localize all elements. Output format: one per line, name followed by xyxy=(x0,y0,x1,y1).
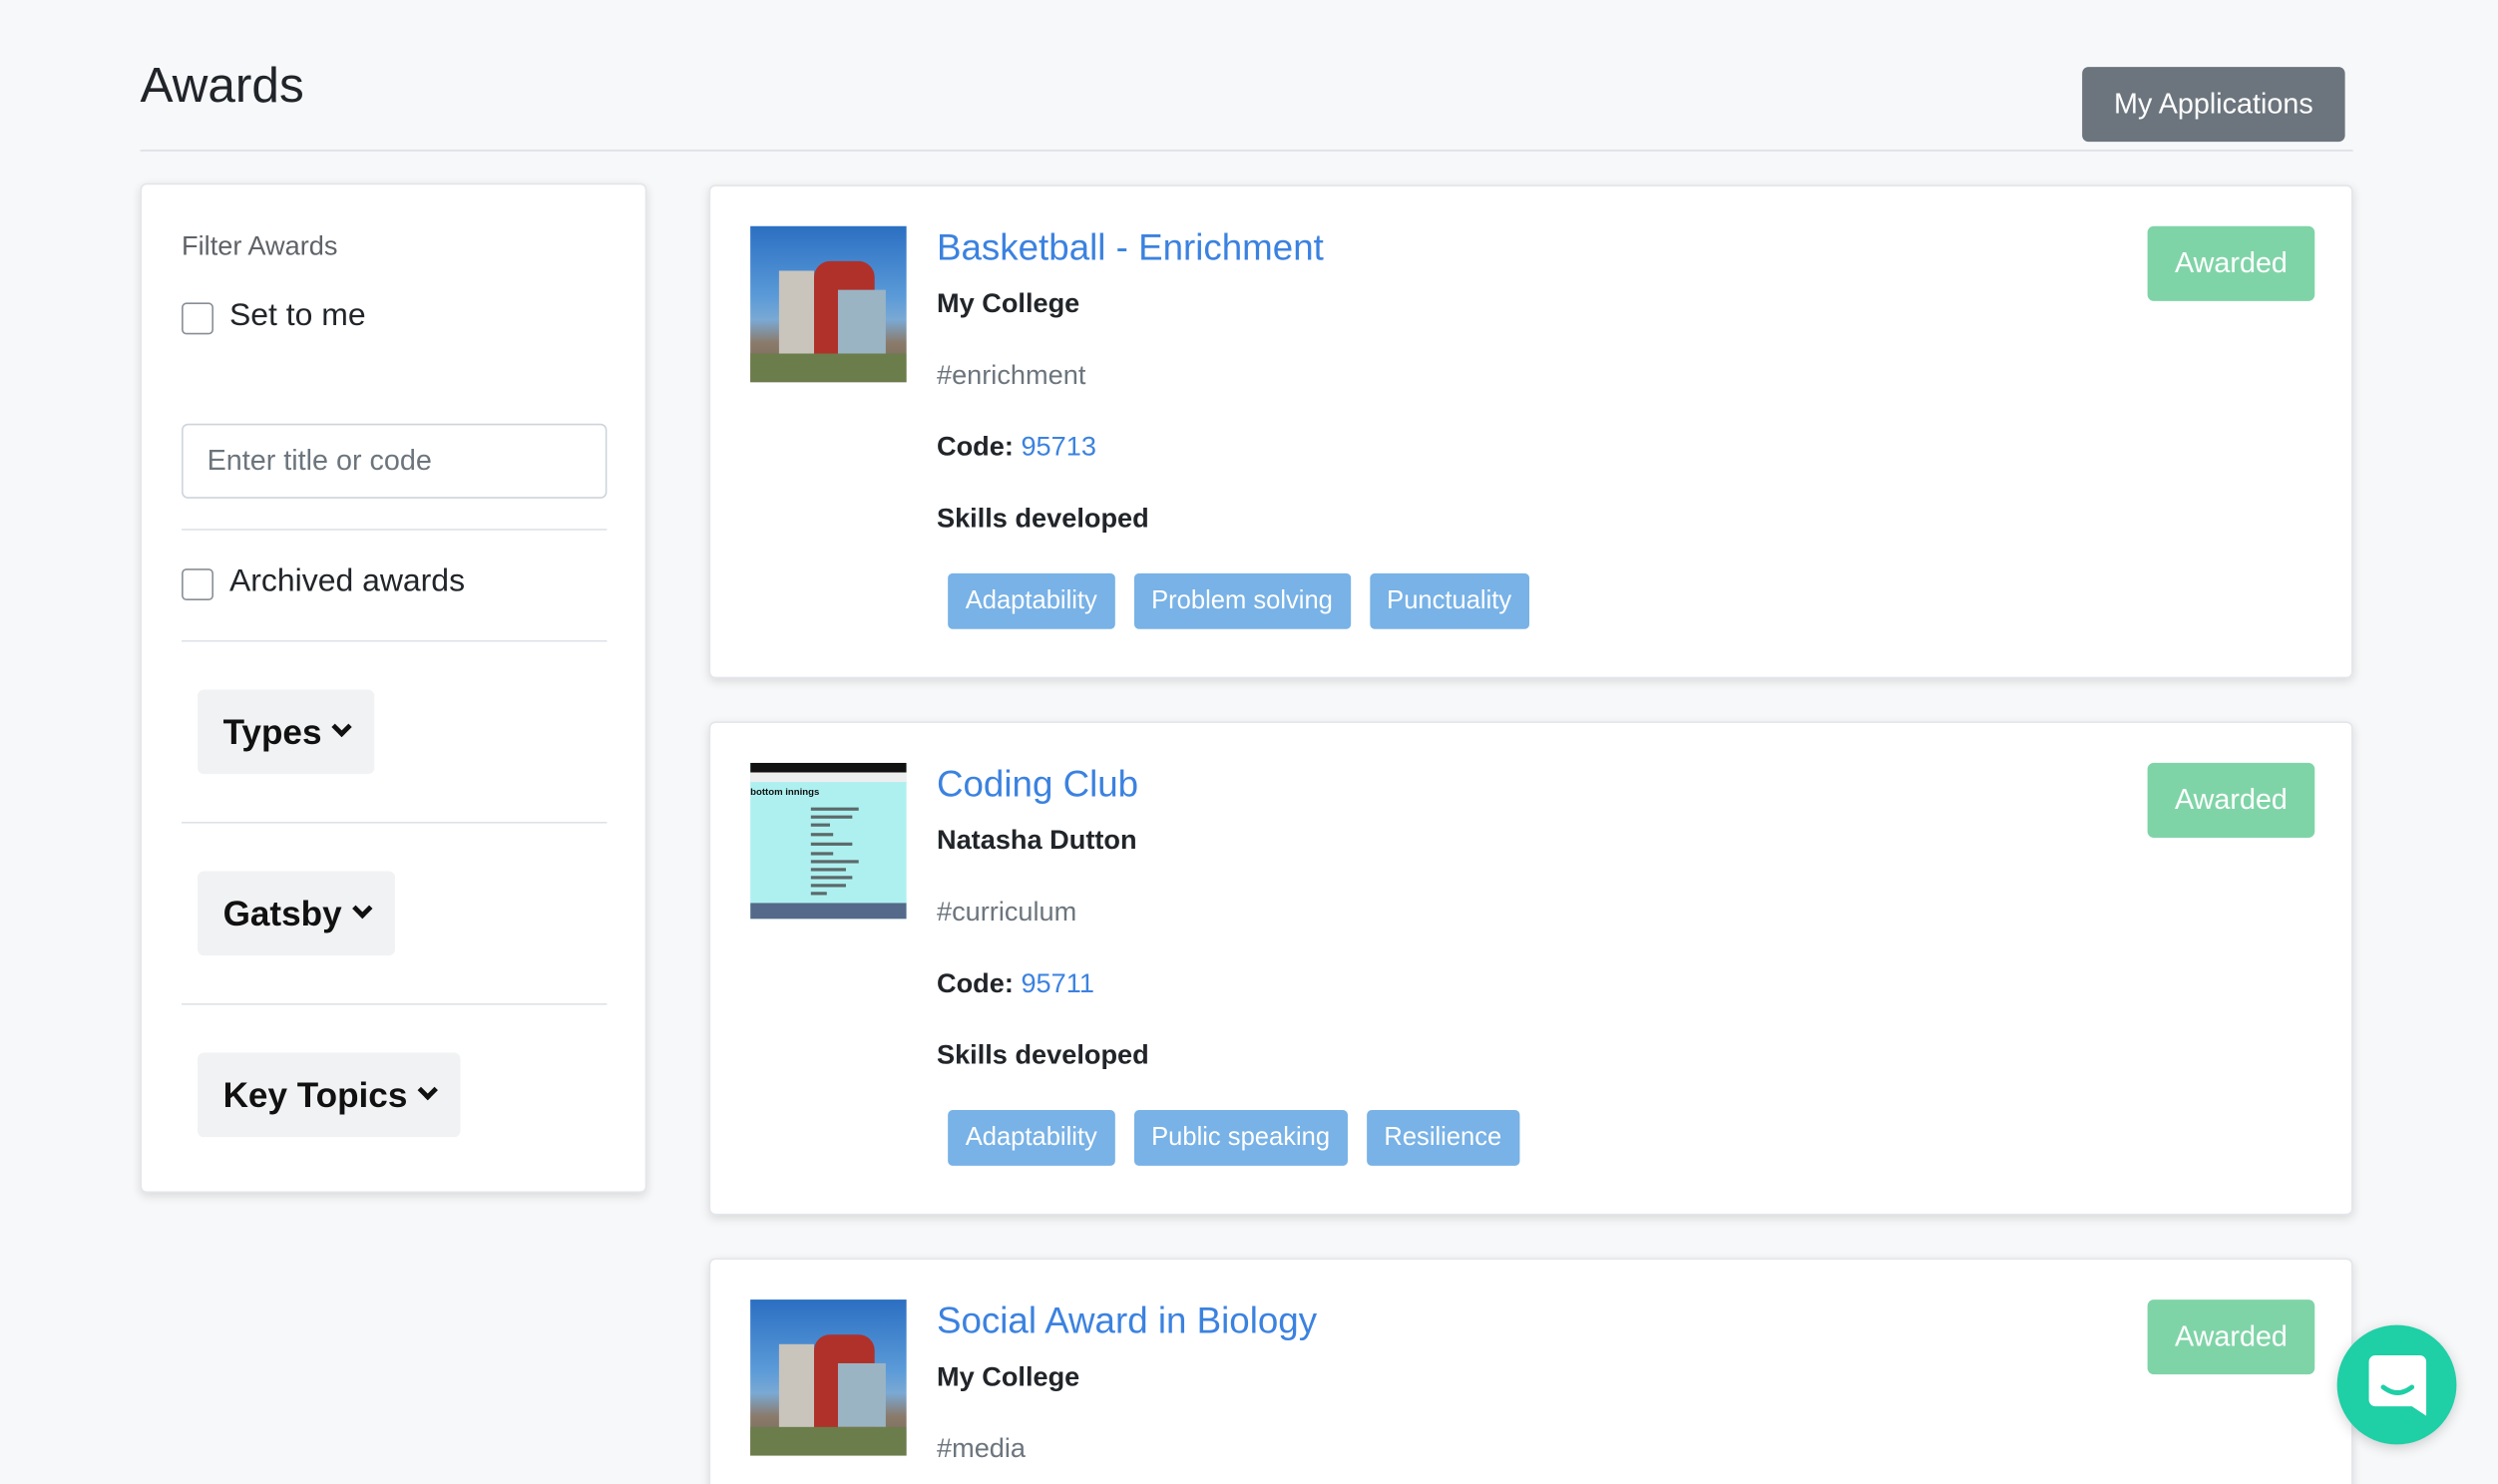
page-title: Awards xyxy=(140,57,304,114)
award-title-link[interactable]: Coding Club xyxy=(937,763,1138,806)
award-search-input[interactable] xyxy=(182,423,608,499)
title-divider xyxy=(140,150,2353,152)
award-code-row: Code: 95711 xyxy=(937,968,1094,1000)
award-title-link[interactable]: Basketball - Enrichment xyxy=(937,226,1324,269)
gatsby-dropdown-label: Gatsby xyxy=(222,893,342,932)
skills-heading: Skills developed xyxy=(936,503,1149,534)
archived-awards-checkbox[interactable] xyxy=(182,568,213,601)
chat-bubble-icon xyxy=(2368,1354,2427,1416)
skills-heading: Skills developed xyxy=(936,1039,1149,1071)
award-tag: #enrichment xyxy=(936,359,1086,391)
award-code-link[interactable]: 95713 xyxy=(1021,432,1096,462)
filter-heading: Filter Awards xyxy=(182,230,338,261)
filter-divider xyxy=(182,1003,608,1005)
award-card[interactable]: Basketball - Enrichment My College #enri… xyxy=(708,185,2353,679)
app-root: Awards My Applications Filter Awards Set… xyxy=(0,0,2498,1484)
award-owner: My College xyxy=(936,1361,1080,1392)
key-topics-dropdown-label: Key Topics xyxy=(222,1074,408,1115)
skill-badge: Adaptability xyxy=(948,572,1115,629)
award-card[interactable]: Social Award in Biology My College #medi… xyxy=(708,1258,2353,1484)
status-badge: Awarded xyxy=(2147,1299,2315,1375)
skill-badge: Punctuality xyxy=(1369,572,1529,629)
skill-badge: Public speaking xyxy=(1133,1110,1348,1166)
filter-divider xyxy=(182,639,608,642)
award-code-row: Code: 95713 xyxy=(937,432,1096,464)
thumbnail-caption: bottom innings xyxy=(750,788,820,799)
types-dropdown-label: Types xyxy=(222,711,322,751)
set-to-me-checkbox[interactable] xyxy=(182,302,213,335)
my-applications-button[interactable]: My Applications xyxy=(2082,67,2345,143)
skill-badge: Problem solving xyxy=(1133,572,1351,629)
set-to-me-checkbox-row[interactable]: Set to me xyxy=(182,296,366,335)
archived-awards-checkbox-row[interactable]: Archived awards xyxy=(182,562,466,601)
award-owner: My College xyxy=(936,288,1080,319)
chevron-down-icon xyxy=(351,898,372,920)
code-label: Code: xyxy=(936,967,1014,999)
filter-divider xyxy=(182,822,608,824)
award-thumbnail xyxy=(750,1299,907,1456)
status-badge: Awarded xyxy=(2147,762,2315,838)
chevron-down-icon xyxy=(417,1079,438,1101)
skills-list: Adaptability Public speaking Resilience xyxy=(948,1110,1519,1166)
key-topics-dropdown[interactable]: Key Topics xyxy=(198,1052,461,1138)
skills-list: Adaptability Problem solving Punctuality xyxy=(948,572,1529,629)
award-card[interactable]: bottom innings Coding Club Natasha Dutto… xyxy=(708,721,2353,1216)
award-title-link[interactable]: Social Award in Biology xyxy=(937,1299,1317,1342)
award-owner: Natasha Dutton xyxy=(936,825,1137,856)
chat-launcher-button[interactable] xyxy=(2336,1324,2457,1445)
types-dropdown[interactable]: Types xyxy=(198,689,375,775)
award-tag: #curriculum xyxy=(936,897,1077,928)
status-badge: Awarded xyxy=(2147,225,2315,301)
set-to-me-label: Set to me xyxy=(228,296,366,332)
archived-awards-label: Archived awards xyxy=(228,562,466,598)
award-code-link[interactable]: 95711 xyxy=(1021,968,1093,998)
award-thumbnail xyxy=(750,225,907,383)
code-label: Code: xyxy=(936,431,1014,463)
award-thumbnail: bottom innings xyxy=(750,762,907,920)
skill-badge: Adaptability xyxy=(948,1110,1115,1166)
filter-divider xyxy=(182,529,608,531)
filter-panel: Filter Awards Set to me Archived awards … xyxy=(140,183,647,1194)
award-tag: #media xyxy=(936,1433,1027,1464)
chevron-down-icon xyxy=(331,716,352,738)
skill-badge: Resilience xyxy=(1366,1110,1519,1166)
gatsby-dropdown[interactable]: Gatsby xyxy=(198,871,395,956)
